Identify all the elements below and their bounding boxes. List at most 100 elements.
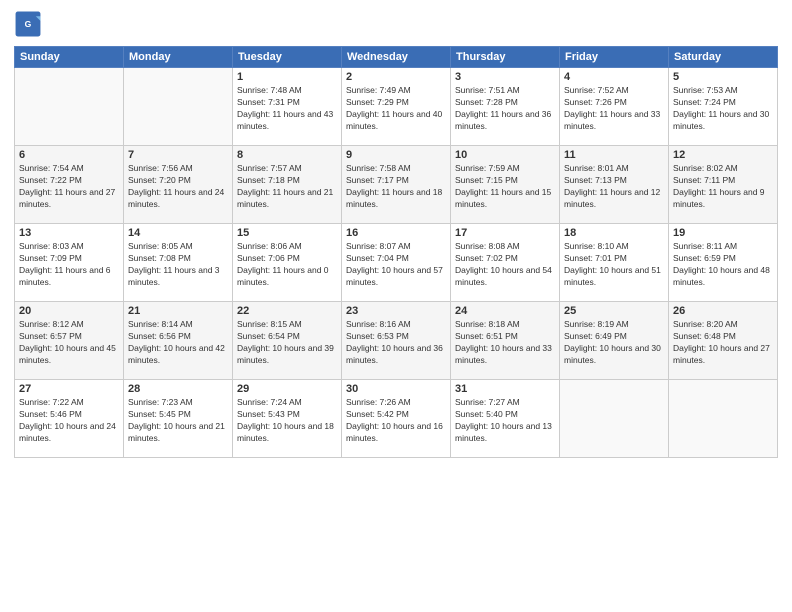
info-line: Daylight: 11 hours and 9 minutes. — [673, 187, 773, 211]
info-line: Sunrise: 7:49 AM — [346, 85, 446, 97]
day-info: Sunrise: 8:10 AMSunset: 7:01 PMDaylight:… — [564, 241, 664, 289]
calendar-cell: 5Sunrise: 7:53 AMSunset: 7:24 PMDaylight… — [669, 68, 778, 146]
info-line: Sunrise: 7:23 AM — [128, 397, 228, 409]
calendar-cell: 26Sunrise: 8:20 AMSunset: 6:48 PMDayligh… — [669, 302, 778, 380]
calendar-cell — [15, 68, 124, 146]
info-line: Sunrise: 8:06 AM — [237, 241, 337, 253]
day-number: 28 — [128, 383, 228, 395]
info-line: Sunset: 7:11 PM — [673, 175, 773, 187]
calendar-cell: 8Sunrise: 7:57 AMSunset: 7:18 PMDaylight… — [233, 146, 342, 224]
day-number: 29 — [237, 383, 337, 395]
info-line: Sunset: 6:57 PM — [19, 331, 119, 343]
day-number: 16 — [346, 227, 446, 239]
day-info: Sunrise: 7:49 AMSunset: 7:29 PMDaylight:… — [346, 85, 446, 133]
info-line: Daylight: 11 hours and 6 minutes. — [19, 265, 119, 289]
day-info: Sunrise: 8:19 AMSunset: 6:49 PMDaylight:… — [564, 319, 664, 367]
calendar-cell: 20Sunrise: 8:12 AMSunset: 6:57 PMDayligh… — [15, 302, 124, 380]
info-line: Sunrise: 8:15 AM — [237, 319, 337, 331]
day-info: Sunrise: 7:23 AMSunset: 5:45 PMDaylight:… — [128, 397, 228, 445]
calendar-cell: 21Sunrise: 8:14 AMSunset: 6:56 PMDayligh… — [124, 302, 233, 380]
day-info: Sunrise: 8:11 AMSunset: 6:59 PMDaylight:… — [673, 241, 773, 289]
info-line: Sunset: 7:24 PM — [673, 97, 773, 109]
info-line: Sunrise: 7:53 AM — [673, 85, 773, 97]
day-number: 9 — [346, 149, 446, 161]
week-row-5: 27Sunrise: 7:22 AMSunset: 5:46 PMDayligh… — [15, 380, 778, 458]
info-line: Daylight: 10 hours and 42 minutes. — [128, 343, 228, 367]
info-line: Daylight: 11 hours and 0 minutes. — [237, 265, 337, 289]
info-line: Sunset: 6:54 PM — [237, 331, 337, 343]
day-header-saturday: Saturday — [669, 47, 778, 68]
calendar-cell: 31Sunrise: 7:27 AMSunset: 5:40 PMDayligh… — [451, 380, 560, 458]
info-line: Sunset: 7:13 PM — [564, 175, 664, 187]
info-line: Daylight: 10 hours and 45 minutes. — [19, 343, 119, 367]
calendar-cell: 2 Sunrise: 7:49 AMSunset: 7:29 PMDaylight… — [342, 68, 451, 146]
day-info: Sunrise: 8:07 AMSunset: 7:04 PMDaylight:… — [346, 241, 446, 289]
day-number: 2 — [346, 71, 446, 83]
week-row-1: 1Sunrise: 7:48 AMSunset: 7:31 PMDaylight… — [15, 68, 778, 146]
info-line: Daylight: 10 hours and 16 minutes. — [346, 421, 446, 445]
info-line: Sunrise: 7:54 AM — [19, 163, 119, 175]
info-line: Sunrise: 7:58 AM — [346, 163, 446, 175]
info-line: Daylight: 10 hours and 39 minutes. — [237, 343, 337, 367]
calendar-cell: 19Sunrise: 8:11 AMSunset: 6:59 PMDayligh… — [669, 224, 778, 302]
week-row-3: 13Sunrise: 8:03 AMSunset: 7:09 PMDayligh… — [15, 224, 778, 302]
info-line: Sunrise: 8:10 AM — [564, 241, 664, 253]
calendar-cell — [669, 380, 778, 458]
svg-text:G: G — [25, 19, 32, 29]
calendar-cell: 6Sunrise: 7:54 AMSunset: 7:22 PMDaylight… — [15, 146, 124, 224]
day-number: 24 — [455, 305, 555, 317]
calendar-cell: 14Sunrise: 8:05 AMSunset: 7:08 PMDayligh… — [124, 224, 233, 302]
info-line: Sunrise: 8:05 AM — [128, 241, 228, 253]
info-line: Daylight: 11 hours and 43 minutes. — [237, 109, 337, 133]
day-info: Sunrise: 7:22 AMSunset: 5:46 PMDaylight:… — [19, 397, 119, 445]
info-line: Sunset: 6:53 PM — [346, 331, 446, 343]
calendar-table: SundayMondayTuesdayWednesdayThursdayFrid… — [14, 46, 778, 458]
day-number: 18 — [564, 227, 664, 239]
info-line: Daylight: 11 hours and 30 minutes. — [673, 109, 773, 133]
info-line: Daylight: 11 hours and 15 minutes. — [455, 187, 555, 211]
info-line: Sunrise: 7:27 AM — [455, 397, 555, 409]
day-number: 25 — [564, 305, 664, 317]
info-line: Daylight: 10 hours and 57 minutes. — [346, 265, 446, 289]
day-info: Sunrise: 8:18 AMSunset: 6:51 PMDaylight:… — [455, 319, 555, 367]
day-number: 3 — [455, 71, 555, 83]
calendar-cell: 24 Sunrise: 8:18 AMSunset: 6:51 PMDayligh… — [451, 302, 560, 380]
info-line: Sunrise: 8:03 AM — [19, 241, 119, 253]
day-info: Sunrise: 7:53 AMSunset: 7:24 PMDaylight:… — [673, 85, 773, 133]
day-info: Sunrise: 7:48 AMSunset: 7:31 PMDaylight:… — [237, 85, 337, 133]
day-number: 31 — [455, 383, 555, 395]
calendar-cell: 4Sunrise: 7:52 AMSunset: 7:26 PMDaylight… — [560, 68, 669, 146]
calendar-cell: 25 Sunrise: 8:19 AMSunset: 6:49 PMDayligh… — [560, 302, 669, 380]
calendar-cell: 17Sunrise: 8:08 AMSunset: 7:02 PMDayligh… — [451, 224, 560, 302]
day-info: Sunrise: 8:06 AMSunset: 7:06 PMDaylight:… — [237, 241, 337, 289]
days-header-row: SundayMondayTuesdayWednesdayThursdayFrid… — [15, 47, 778, 68]
info-line: Sunrise: 8:08 AM — [455, 241, 555, 253]
day-number: 15 — [237, 227, 337, 239]
info-line: Sunset: 6:56 PM — [128, 331, 228, 343]
info-line: Sunset: 7:18 PM — [237, 175, 337, 187]
calendar-cell: 1Sunrise: 7:48 AMSunset: 7:31 PMDaylight… — [233, 68, 342, 146]
day-number: 11 — [564, 149, 664, 161]
info-line: Sunrise: 7:57 AM — [237, 163, 337, 175]
calendar-cell — [560, 380, 669, 458]
calendar-page: G SundayMondayTuesdayWednesdayThursdayFr… — [0, 0, 792, 612]
day-info: Sunrise: 7:52 AMSunset: 7:26 PMDaylight:… — [564, 85, 664, 133]
info-line: Daylight: 11 hours and 12 minutes. — [564, 187, 664, 211]
info-line: Sunrise: 7:22 AM — [19, 397, 119, 409]
info-line: Sunset: 7:31 PM — [237, 97, 337, 109]
calendar-cell: 9Sunrise: 7:58 AMSunset: 7:17 PMDaylight… — [342, 146, 451, 224]
day-number: 7 — [128, 149, 228, 161]
info-line: Daylight: 10 hours and 36 minutes. — [346, 343, 446, 367]
day-info: Sunrise: 8:08 AMSunset: 7:02 PMDaylight:… — [455, 241, 555, 289]
day-info: Sunrise: 7:54 AMSunset: 7:22 PMDaylight:… — [19, 163, 119, 211]
info-line: Sunrise: 7:51 AM — [455, 85, 555, 97]
info-line: Sunrise: 8:14 AM — [128, 319, 228, 331]
info-line: Daylight: 10 hours and 24 minutes. — [19, 421, 119, 445]
calendar-cell: 29Sunrise: 7:24 AMSunset: 5:43 PMDayligh… — [233, 380, 342, 458]
day-header-sunday: Sunday — [15, 47, 124, 68]
day-header-wednesday: Wednesday — [342, 47, 451, 68]
info-line: Sunrise: 8:16 AM — [346, 319, 446, 331]
week-row-2: 6Sunrise: 7:54 AMSunset: 7:22 PMDaylight… — [15, 146, 778, 224]
info-line: Sunrise: 8:20 AM — [673, 319, 773, 331]
info-line: Sunset: 6:49 PM — [564, 331, 664, 343]
